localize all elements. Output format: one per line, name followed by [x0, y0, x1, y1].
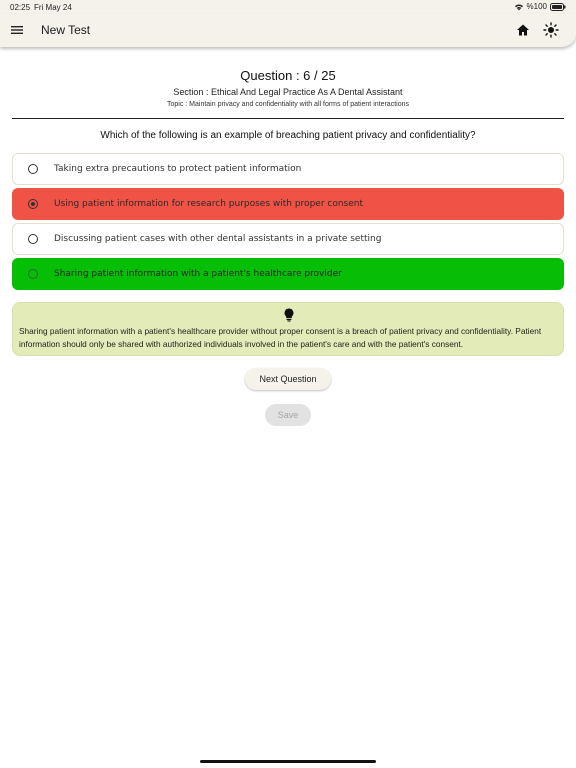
battery-text: %100 [526, 2, 547, 11]
menu-icon[interactable] [10, 23, 24, 37]
app-title: New Test [41, 23, 91, 37]
explanation-text: Sharing patient information with a patie… [19, 326, 542, 349]
app-bar: New Test [0, 14, 576, 47]
question-number: Question : 6 / 25 [240, 68, 336, 83]
status-date: Fri May 24 [34, 3, 72, 12]
status-right: %100 [514, 2, 566, 11]
radio-selected-icon[interactable] [28, 199, 38, 209]
home-indicator[interactable] [200, 760, 376, 763]
explanation-card: Sharing patient information with a patie… [12, 302, 564, 356]
status-bar: 02:25 Fri May 24 %100 [0, 0, 576, 14]
question-header: Question : 6 / 25 Section : Ethical And … [0, 68, 576, 108]
option-3[interactable]: Discussing patient cases with other dent… [12, 223, 564, 255]
radio-unselected-icon[interactable] [28, 269, 38, 279]
brightness-icon[interactable] [543, 22, 559, 38]
section-label: Section : Ethical And Legal Practice As … [173, 87, 403, 97]
divider [12, 118, 564, 119]
radio-unselected-icon[interactable] [28, 164, 38, 174]
topic-label: Topic : Maintain privacy and confidentia… [166, 101, 409, 108]
option-label: Using patient information for research p… [54, 199, 363, 209]
option-2[interactable]: Using patient information for research p… [12, 188, 564, 220]
save-button[interactable]: Save [265, 404, 311, 426]
option-label: Discussing patient cases with other dent… [54, 234, 382, 244]
lightbulb-icon [284, 308, 294, 322]
option-4[interactable]: Sharing patient information with a patie… [12, 258, 564, 290]
option-1[interactable]: Taking extra precautions to protect pati… [12, 153, 564, 185]
home-icon[interactable] [516, 23, 530, 37]
wifi-icon [514, 4, 523, 10]
option-label: Sharing patient information with a patie… [54, 269, 342, 279]
status-time: 02:25 [10, 3, 31, 12]
option-label: Taking extra precautions to protect pati… [54, 164, 302, 174]
question-text: Which of the following is an example of … [100, 130, 476, 141]
battery-icon [550, 2, 566, 11]
next-question-button[interactable]: Next Question [245, 368, 331, 390]
radio-unselected-icon[interactable] [28, 234, 38, 244]
